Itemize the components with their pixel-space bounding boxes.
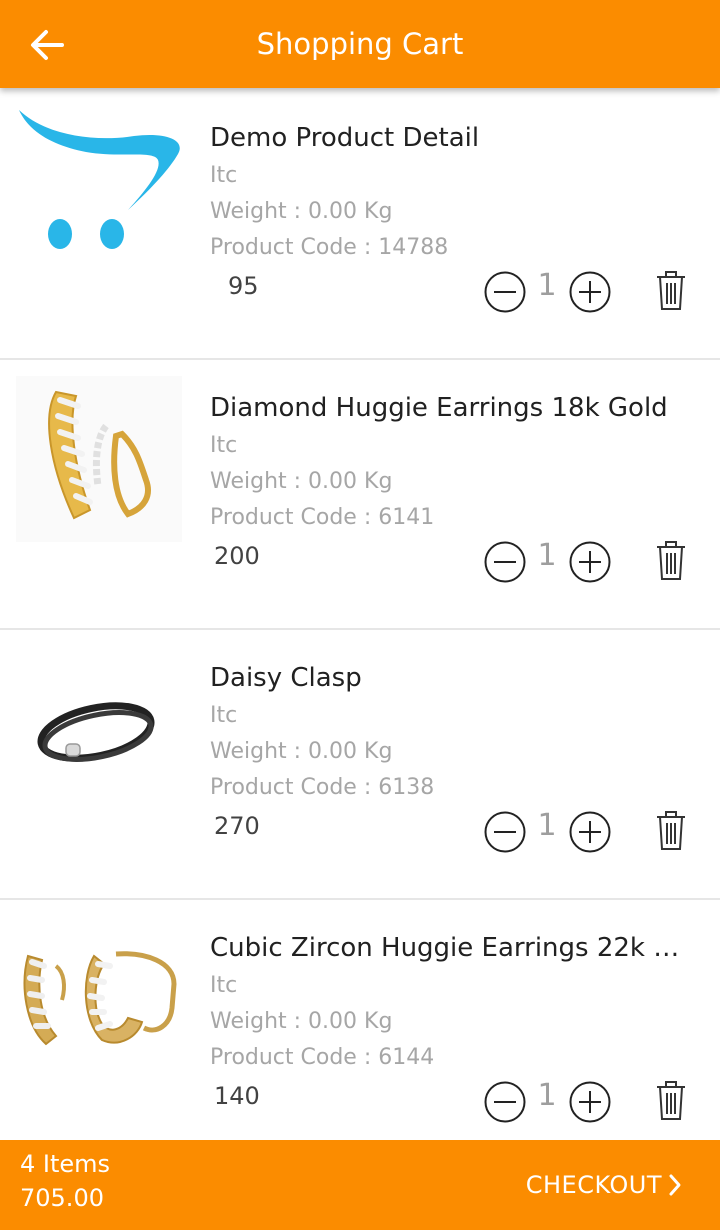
product-code: Product Code : 6138 bbox=[210, 775, 435, 800]
quantity-value: 1 bbox=[537, 808, 557, 843]
quantity-value: 1 bbox=[537, 1078, 557, 1113]
product-price: 270 bbox=[214, 812, 260, 840]
trash-icon bbox=[657, 271, 685, 310]
increase-quantity-button[interactable] bbox=[569, 541, 611, 583]
delete-item-button[interactable] bbox=[656, 1080, 686, 1122]
minus-circle-icon bbox=[484, 1081, 526, 1123]
decrease-quantity-button[interactable] bbox=[484, 1081, 526, 1123]
product-code: Product Code : 6141 bbox=[210, 505, 435, 530]
product-name[interactable]: Diamond Huggie Earrings 18k Gold bbox=[210, 388, 690, 428]
minus-circle-icon bbox=[484, 811, 526, 853]
delete-item-button[interactable] bbox=[656, 540, 686, 582]
decrease-quantity-button[interactable] bbox=[484, 811, 526, 853]
increase-quantity-button[interactable] bbox=[569, 811, 611, 853]
cart-item: Daisy Clasp Itc Weight : 0.00 Kg Product… bbox=[0, 630, 720, 900]
decrease-quantity-button[interactable] bbox=[484, 271, 526, 313]
product-weight: Weight : 0.00 Kg bbox=[210, 469, 393, 494]
product-price: 200 bbox=[214, 542, 260, 570]
product-info: Daisy Clasp Itc Weight : 0.00 Kg Product… bbox=[210, 658, 690, 806]
cart-item: Demo Product Detail Itc Weight : 0.00 Kg… bbox=[0, 90, 720, 360]
cart-logo-image bbox=[19, 110, 180, 249]
product-weight: Weight : 0.00 Kg bbox=[210, 199, 393, 224]
quantity-value: 1 bbox=[537, 268, 557, 303]
minus-circle-icon bbox=[484, 271, 526, 313]
checkout-label: CHECKOUT bbox=[525, 1171, 662, 1199]
page-title: Shopping Cart bbox=[256, 27, 464, 61]
product-brand: Itc bbox=[210, 973, 238, 998]
plus-circle-icon bbox=[569, 271, 611, 313]
product-code: Product Code : 14788 bbox=[210, 235, 449, 260]
product-price: 95 bbox=[228, 272, 259, 300]
trash-icon bbox=[657, 541, 685, 580]
product-info: Cubic Zircon Huggie Earrings 22k Go... I… bbox=[210, 928, 690, 1076]
trash-icon bbox=[657, 1081, 685, 1120]
chevron-right-icon bbox=[669, 1174, 681, 1196]
cart-item: Diamond Huggie Earrings 18k Gold Itc Wei… bbox=[0, 360, 720, 630]
app-bar: Shopping Cart bbox=[0, 0, 720, 88]
increase-quantity-button[interactable] bbox=[569, 1081, 611, 1123]
leather-bracelet-image bbox=[37, 702, 155, 762]
product-name[interactable]: Cubic Zircon Huggie Earrings 22k Go... bbox=[210, 928, 690, 968]
product-image[interactable] bbox=[16, 106, 182, 272]
product-weight: Weight : 0.00 Kg bbox=[210, 739, 393, 764]
plus-circle-icon bbox=[569, 1081, 611, 1123]
increase-quantity-button[interactable] bbox=[569, 271, 611, 313]
product-info: Demo Product Detail Itc Weight : 0.00 Kg… bbox=[210, 118, 690, 266]
product-code: Product Code : 6144 bbox=[210, 1045, 435, 1070]
plus-circle-icon bbox=[569, 541, 611, 583]
decrease-quantity-button[interactable] bbox=[484, 541, 526, 583]
product-weight: Weight : 0.00 Kg bbox=[210, 1009, 393, 1034]
checkout-button[interactable]: CHECKOUT bbox=[526, 1140, 682, 1230]
product-brand: Itc bbox=[210, 703, 238, 728]
cart-total: 705.00 bbox=[20, 1184, 104, 1212]
trash-icon bbox=[657, 811, 685, 850]
cart-item: Cubic Zircon Huggie Earrings 22k Go... I… bbox=[0, 900, 720, 1168]
product-brand: Itc bbox=[210, 433, 238, 458]
minus-circle-icon bbox=[484, 541, 526, 583]
product-info: Diamond Huggie Earrings 18k Gold Itc Wei… bbox=[210, 388, 690, 536]
product-brand: Itc bbox=[210, 163, 238, 188]
product-image[interactable] bbox=[16, 916, 182, 1082]
zircon-huggie-earrings-image bbox=[23, 951, 177, 1046]
delete-item-button[interactable] bbox=[656, 810, 686, 852]
product-image[interactable] bbox=[16, 646, 182, 812]
cart-list: Demo Product Detail Itc Weight : 0.00 Kg… bbox=[0, 90, 720, 1168]
quantity-value: 1 bbox=[537, 538, 557, 573]
gold-huggie-earrings-image bbox=[16, 376, 182, 542]
product-name[interactable]: Demo Product Detail bbox=[210, 118, 690, 158]
checkout-bar: 4 Items 705.00 CHECKOUT bbox=[0, 1140, 720, 1230]
product-price: 140 bbox=[214, 1082, 260, 1110]
plus-circle-icon bbox=[569, 811, 611, 853]
product-name[interactable]: Daisy Clasp bbox=[210, 658, 690, 698]
product-image[interactable] bbox=[16, 376, 182, 542]
delete-item-button[interactable] bbox=[656, 270, 686, 312]
cart-item-count: 4 Items bbox=[20, 1150, 111, 1178]
